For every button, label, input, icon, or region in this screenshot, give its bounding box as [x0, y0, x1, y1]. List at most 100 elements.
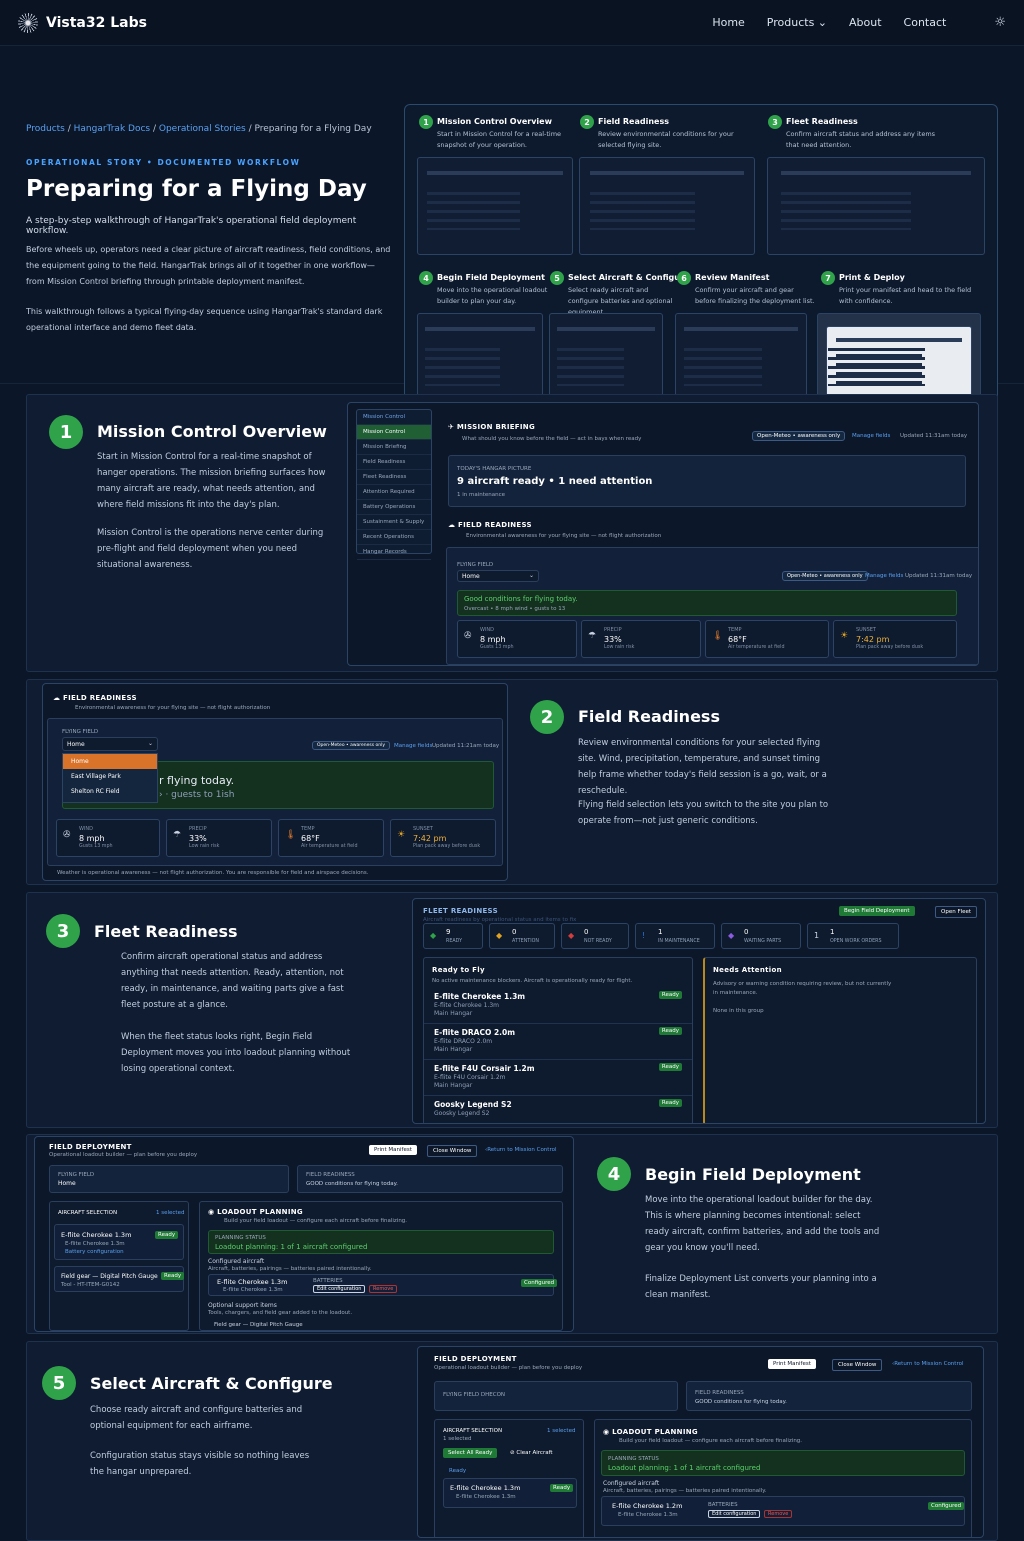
- section-title: Select Aircraft & Configure: [90, 1374, 333, 1393]
- field-select[interactable]: Home ⌄: [457, 570, 539, 582]
- option-shelton[interactable]: Shelton RC Field: [63, 784, 157, 799]
- remove-button[interactable]: Remove: [764, 1510, 793, 1518]
- step-4[interactable]: 4 Begin Field Deployment Move into the ope…: [419, 271, 557, 307]
- mission-control-screenshot: Mission Control Mission Control Mission …: [347, 402, 979, 666]
- status-badge: Ready: [658, 991, 682, 999]
- configured-aircraft[interactable]: E-flite Cherokee 1.2m E-flite Cherokee 1.…: [601, 1496, 965, 1526]
- table-row[interactable]: Goosky Legend S2 Goosky Legend S2 Ready: [424, 1096, 692, 1123]
- breadcrumb: Products / HangarTrak Docs / Operational…: [26, 124, 372, 134]
- stat-maintenance[interactable]: ! 1 IN MAINTENANCE: [635, 923, 715, 949]
- sidebar-header[interactable]: Mission Control: [357, 410, 431, 425]
- print-manifest-button[interactable]: Print Manifest: [369, 1145, 417, 1155]
- deployment-screenshot: FIELD DEPLOYMENT Operational loadout bui…: [34, 1136, 574, 1332]
- eyebrow: OPERATIONAL STORY • DOCUMENTED WORKFLOW: [26, 158, 301, 167]
- close-window-button[interactable]: Close Window: [832, 1359, 883, 1371]
- sidebar-item-fleet[interactable]: Fleet Readiness: [357, 470, 431, 485]
- sidebar-item-field[interactable]: Field Readiness: [357, 455, 431, 470]
- clear-aircraft-button[interactable]: ⊘ Clear Aircraft: [505, 1448, 558, 1458]
- gear-card[interactable]: Field gear — Digital Pitch Gauge Tool - H…: [54, 1266, 185, 1292]
- configured-aircraft[interactable]: E-flite Cherokee 1.3m E-flite Cherokee 1.…: [208, 1274, 558, 1296]
- section-text-2: Flying field selection lets you switch t…: [578, 800, 829, 826]
- section-title: Begin Field Deployment: [645, 1165, 861, 1184]
- step-2[interactable]: 2 Field Readiness Review environmental con…: [580, 115, 748, 151]
- sidebar: Mission Control Mission Control Mission …: [356, 409, 432, 560]
- step-7[interactable]: 7 Print & Deploy Print your manifest and h…: [821, 271, 979, 307]
- step-1[interactable]: 1 Mission Control Overview Start in Missio…: [419, 115, 587, 151]
- edit-configuration-button[interactable]: Edit configuration: [708, 1510, 761, 1518]
- open-fleet-button[interactable]: Open Fleet: [935, 906, 978, 918]
- openmeteo-badge: Open-Meteo • awareness only: [752, 431, 846, 441]
- return-link[interactable]: ‹Return to Mission Control: [485, 1147, 556, 1153]
- aircraft-card[interactable]: E-flite Cherokee 1.3m E-flite Cherokee 1.…: [54, 1224, 184, 1260]
- section-text: Move into the operational loadout builde…: [645, 1195, 880, 1253]
- sun-icon[interactable]: ☼: [994, 15, 1006, 30]
- sidebar-item-recent[interactable]: Recent Operations: [357, 530, 431, 545]
- nav-products[interactable]: Products ⌄: [767, 16, 827, 29]
- stat-work-orders[interactable]: 1 1 OPEN WORK ORDERS: [807, 923, 899, 949]
- crumb-docs[interactable]: HangarTrak Docs: [74, 124, 150, 134]
- edit-configuration-button[interactable]: Edit configuration: [313, 1285, 366, 1293]
- remove-button[interactable]: Remove: [369, 1285, 398, 1293]
- loadout-heading: ◉ LOADOUT PLANNING: [208, 1208, 303, 1216]
- return-link[interactable]: ‹Return to Mission Control: [892, 1361, 963, 1367]
- hangar-picture: TODAY'S HANGAR PICTURE 9 aircraft ready …: [448, 455, 966, 507]
- stat-waiting-parts[interactable]: ◆ 0 WAITING PARTS: [721, 923, 801, 949]
- section-text-2: When the fleet status looks right, Begin…: [121, 1032, 351, 1074]
- section-title: Fleet Readiness: [94, 922, 238, 941]
- wind-tile: ✇ WIND 8 mph Gusts 13 mph: [56, 819, 160, 857]
- stat-attention[interactable]: ◆ 0 ATTENTION: [489, 923, 555, 949]
- section-text-2: Mission Control is the operations nerve …: [97, 528, 324, 570]
- section-field-readiness: ☁ FIELD READINESS Environmental awarenes…: [26, 679, 998, 885]
- intro-paragraph-2: This walkthrough follows a typical flyin…: [26, 307, 383, 332]
- print-manifest-button[interactable]: Print Manifest: [768, 1359, 816, 1369]
- close-window-button[interactable]: Close Window: [427, 1145, 478, 1157]
- select-all-ready-button[interactable]: Select All Ready: [443, 1448, 498, 1458]
- nav-about[interactable]: About: [849, 16, 882, 29]
- stat-ready[interactable]: ◆ 9 READY: [423, 923, 483, 949]
- briefing-sub: What should you know before the field — …: [462, 436, 642, 442]
- crumb-stories[interactable]: Operational Stories: [159, 124, 246, 134]
- flying-field-box[interactable]: FLYING FIELD Home: [49, 1165, 289, 1193]
- section-text: Confirm aircraft operational status and …: [121, 952, 344, 1010]
- aircraft-card[interactable]: E-flite Cherokee 1.3m E-flite Cherokee 1.…: [443, 1478, 577, 1508]
- aircraft-selection: AIRCRAFT SELECTION 1 selected 1 selected…: [434, 1419, 584, 1537]
- field-select[interactable]: Home ⌄: [62, 737, 158, 751]
- loadout-planning: ◉ LOADOUT PLANNING Build your field load…: [199, 1201, 563, 1331]
- section-number: 1: [49, 415, 83, 449]
- step-3-thumbnail[interactable]: [767, 157, 985, 255]
- chevron-down-icon: ⌄: [147, 740, 153, 747]
- sidebar-item-mission-control[interactable]: Mission Control: [357, 425, 431, 440]
- manage-fields-link[interactable]: Manage fields: [852, 433, 890, 439]
- stat-not-ready[interactable]: ◆ 0 NOT READY: [561, 923, 629, 949]
- nav-contact[interactable]: Contact: [904, 16, 947, 29]
- status-badge: Ready: [658, 1099, 682, 1107]
- page-title: Preparing for a Flying Day: [26, 176, 367, 202]
- brand-logo[interactable]: Vista32 Labs: [18, 12, 147, 33]
- step-1-thumbnail[interactable]: [417, 157, 573, 255]
- step-5[interactable]: 5 Select Aircraft & Configure Select ready…: [550, 271, 689, 318]
- section-fleet-readiness: 3 Fleet Readiness Confirm aircraft opera…: [26, 892, 998, 1128]
- intro-paragraph: Before wheels up, operators need a clear…: [26, 245, 391, 286]
- crumb-products[interactable]: Products: [26, 124, 65, 134]
- step-6[interactable]: 6 Review Manifest Confirm your aircraft an…: [677, 271, 815, 307]
- nav-home[interactable]: Home: [712, 16, 744, 29]
- sidebar-item-attention[interactable]: Attention Required: [357, 485, 431, 500]
- flying-field-box[interactable]: FLYING FIELD DHECON: [434, 1381, 678, 1411]
- section-text: Choose ready aircraft and configure batt…: [90, 1405, 303, 1431]
- table-row[interactable]: E-flite DRACO 2.0m E-flite DRACO 2.0m Main…: [424, 1024, 692, 1060]
- table-row[interactable]: E-flite Cherokee 1.3m E-flite Cherokee 1.…: [424, 988, 692, 1024]
- option-home[interactable]: Home: [63, 754, 157, 769]
- sidebar-item-supply[interactable]: Sustainment & Supply: [357, 515, 431, 530]
- steps-overview: 1 Mission Control Overview Start in Missio…: [404, 104, 998, 418]
- sidebar-item-briefing[interactable]: Mission Briefing: [357, 440, 431, 455]
- conditions-banner: Good conditions for flying today. Overca…: [457, 590, 957, 616]
- step-3[interactable]: 3 Fleet Readiness Confirm aircraft status …: [768, 115, 936, 151]
- sidebar-item-records[interactable]: Hangar Records: [357, 545, 431, 560]
- sidebar-item-battery[interactable]: Battery Operations: [357, 500, 431, 515]
- step-2-thumbnail[interactable]: [579, 157, 755, 255]
- begin-deployment-button[interactable]: Begin Field Deployment: [839, 906, 915, 916]
- section-title: Mission Control Overview: [97, 422, 327, 441]
- option-east-village[interactable]: East Village Park: [63, 769, 157, 784]
- table-row[interactable]: E-flite F4U Corsair 1.2m E-flite F4U Cors…: [424, 1060, 692, 1096]
- section-mission-control: 1 Mission Control Overview Start in Miss…: [26, 394, 998, 672]
